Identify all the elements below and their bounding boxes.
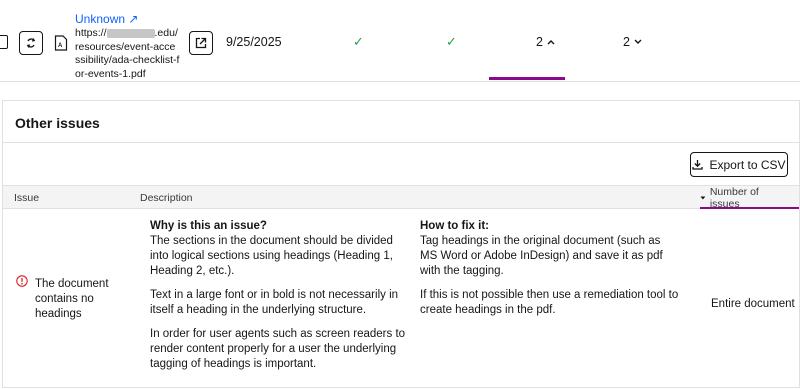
warning-icon [16, 275, 28, 287]
chevron-up-icon [547, 40, 555, 45]
checkmark-icon: ✓ [353, 34, 364, 49]
table-toolbar: Export to CSV [3, 143, 799, 185]
rescan-button[interactable] [19, 31, 43, 55]
why-heading: Why is this an issue? [150, 220, 267, 232]
open-external-button[interactable] [189, 31, 213, 55]
export-csv-button[interactable]: Export to CSV [690, 152, 788, 177]
fix-instructions: How to fix it: Tag headings in the origi… [420, 219, 680, 327]
column-header-issue[interactable]: Issue [14, 192, 39, 204]
redacted-text [106, 28, 155, 38]
file-url: https://.edu/resources/event-accessibili… [75, 27, 180, 80]
sort-arrow-icon [700, 196, 706, 199]
why-paragraph: Text in a large font or in bold is not n… [150, 289, 399, 316]
active-tab-indicator [489, 77, 565, 80]
column-header-description[interactable]: Description [140, 192, 193, 204]
fix-paragraph: Tag headings in the original document (s… [420, 235, 663, 277]
file-row: A Unknown ↗ https://.edu/resources/event… [0, 0, 800, 82]
svg-text:A: A [58, 43, 63, 49]
column-header-number-of-issues[interactable]: Number of issues [700, 186, 799, 210]
checkmark-icon: ✓ [446, 34, 457, 49]
other-issues-panel: Other issues Export to CSV Issue Descrip… [2, 100, 800, 388]
launch-icon [195, 37, 207, 49]
issue-explanation: Why is this an issue? The sections in th… [150, 219, 412, 381]
issue-scope: Entire document [711, 298, 795, 310]
issue-count-toggle[interactable]: 2 [623, 35, 642, 49]
refresh-icon [26, 38, 36, 48]
issue-count-toggle[interactable]: 2 [536, 35, 555, 49]
why-paragraph: The sections in the document should be d… [150, 235, 393, 277]
panel-title: Other issues [15, 115, 100, 131]
why-paragraph: In order for user agents such as screen … [150, 328, 406, 370]
table-header: Issue Description Number of issues [3, 185, 799, 210]
scan-date: 9/25/2025 [226, 35, 282, 49]
fix-heading: How to fix it: [420, 220, 489, 232]
issue-name: The document contains no headings [35, 278, 109, 320]
file-link[interactable]: Unknown ↗ [75, 12, 138, 26]
row-checkbox[interactable] [0, 35, 8, 49]
table-row: The document contains no headings Why is… [3, 209, 799, 389]
pdf-file-icon: A [54, 35, 68, 51]
download-icon [692, 160, 704, 170]
chevron-down-icon [634, 39, 642, 44]
fix-paragraph: If this is not possible then use a remed… [420, 289, 679, 316]
